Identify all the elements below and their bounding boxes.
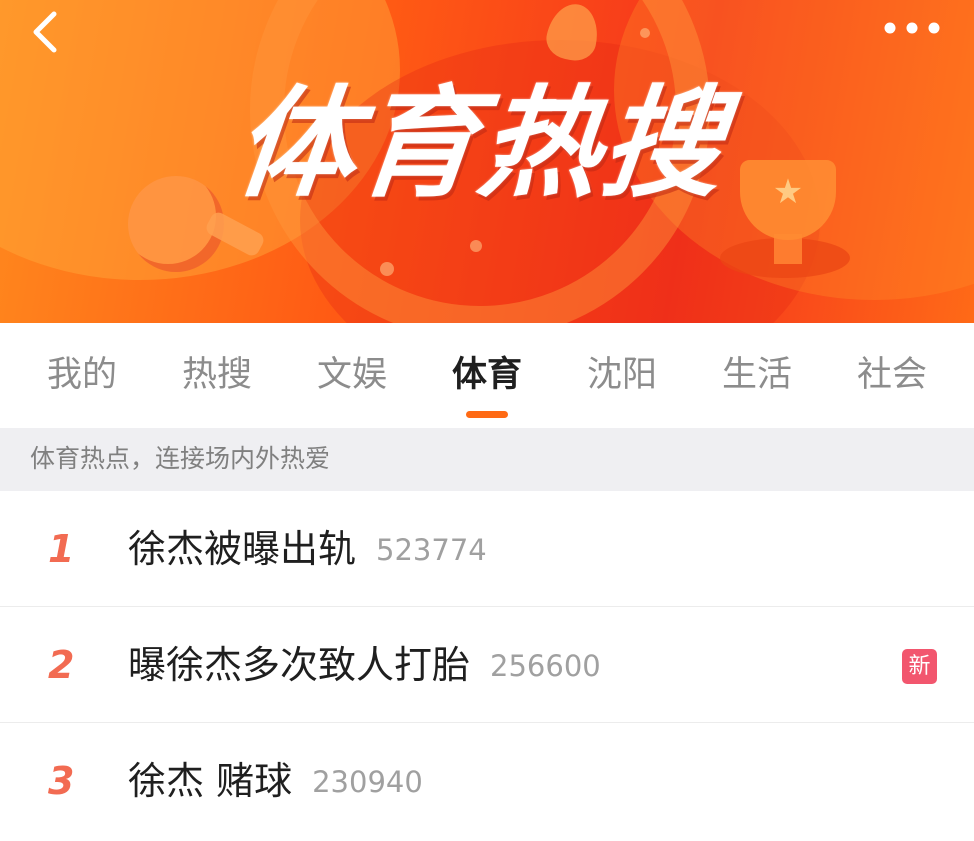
subheader-text: 体育热点，连接场内外热爱 — [30, 444, 331, 473]
rank-number: 2 — [48, 643, 75, 687]
tab-entertainment[interactable]: 文娱 — [302, 323, 402, 428]
category-tabs: 我的 热搜 文娱 体育 沈阳 生活 社会 — [0, 323, 974, 428]
item-title: 徐杰被曝出轨 — [128, 527, 357, 571]
rank-number: 3 — [48, 759, 75, 803]
ellipsis-icon — [884, 22, 940, 34]
item-title: 曝徐杰多次致人打胎 — [128, 643, 471, 687]
heat-count: 256600 — [490, 649, 601, 683]
tab-label: 体育 — [451, 355, 522, 395]
tab-society[interactable]: 社会 — [842, 323, 942, 428]
item-title-line: 曝徐杰多次致人打胎 256600 — [128, 641, 601, 690]
star-icon: ★ — [772, 172, 804, 212]
item-title-line: 徐杰 赌球 230940 — [128, 757, 423, 806]
tab-label: 沈阳 — [586, 355, 657, 395]
heat-count: 230940 — [312, 765, 423, 799]
list-item[interactable]: 1 徐杰被曝出轨 523774 — [0, 491, 974, 607]
back-button[interactable] — [22, 6, 68, 58]
item-title: 徐杰 赌球 — [128, 759, 293, 803]
rank-number: 1 — [48, 527, 75, 571]
tab-hot-search[interactable]: 热搜 — [167, 323, 267, 428]
list-item[interactable]: 3 徐杰 赌球 230940 — [0, 723, 974, 839]
new-badge: 新 — [902, 649, 937, 684]
more-options-button[interactable] — [876, 10, 948, 46]
tab-mine[interactable]: 我的 — [32, 323, 132, 428]
list-item[interactable]: 2 曝徐杰多次致人打胎 256600 新 — [0, 607, 974, 723]
banner-dot — [470, 240, 482, 252]
tab-label: 热搜 — [181, 355, 252, 395]
tab-label: 生活 — [721, 355, 792, 395]
hot-search-list: 1 徐杰被曝出轨 523774 2 曝徐杰多次致人打胎 256600 新 3 徐杰 … — [0, 491, 974, 841]
item-title-line: 徐杰被曝出轨 523774 — [128, 525, 487, 574]
banner-dot — [640, 28, 650, 38]
tab-label: 我的 — [46, 355, 117, 395]
section-subheader: 体育热点，连接场内外热爱 — [0, 428, 974, 491]
tab-life[interactable]: 生活 — [707, 323, 807, 428]
header-banner: ★ 体育热搜 — [0, 0, 974, 323]
heat-count: 523774 — [376, 533, 487, 567]
tab-label: 文娱 — [316, 355, 387, 395]
tab-shenyang[interactable]: 沈阳 — [572, 323, 672, 428]
chevron-left-icon — [33, 11, 57, 53]
page-title: 体育热搜 — [228, 75, 732, 214]
tab-sports[interactable]: 体育 — [437, 323, 537, 428]
tab-label: 社会 — [856, 355, 927, 395]
banner-dot — [380, 262, 394, 276]
active-tab-indicator — [466, 411, 508, 418]
